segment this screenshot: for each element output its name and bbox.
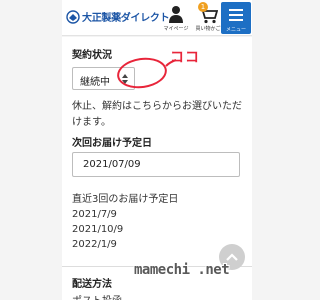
hamburger-icon — [229, 9, 243, 11]
watermark: mamechi .net — [134, 262, 230, 278]
next-delivery-date-field[interactable]: 2021/07/09 — [72, 152, 240, 177]
shipping-method-title: 配送方法 — [72, 279, 112, 290]
next-delivery-title: 次回お届け予定日 — [72, 138, 152, 149]
recent-delivery-date: 2021/7/9 — [72, 209, 117, 220]
mypage-label: マイページ — [163, 26, 189, 32]
recent-deliveries-title: 直近3回のお届け予定日 — [72, 194, 179, 205]
cart-button[interactable]: 1 買い物かご — [194, 2, 222, 33]
chevron-up-icon — [226, 253, 238, 261]
next-delivery-date-value: 2021/07/09 — [83, 159, 141, 170]
contract-note: 休止、解約はこちらからお選びいただけます。 — [72, 101, 242, 128]
recent-deliveries: 直近3回のお届け予定日 2021/7/9 2021/10/9 2022/1/9 — [72, 192, 178, 252]
recent-delivery-date: 2022/1/9 — [72, 239, 117, 250]
site-header: 大正製薬ダイレクト マイページ 1 買い物かご メニュー — [62, 0, 252, 36]
contract-status-title: 契約状況 — [72, 50, 112, 61]
page-frame: 大正製薬ダイレクト マイページ 1 買い物かご メニュー 契約状況 継続中 休止… — [0, 0, 300, 300]
brand-logo[interactable]: 大正製薬ダイレクト — [66, 9, 170, 24]
menu-button[interactable]: メニュー — [221, 2, 251, 34]
user-icon — [169, 6, 183, 23]
brand-logo-text: 大正製薬ダイレクト — [82, 13, 170, 24]
mypage-button[interactable]: マイページ — [162, 3, 190, 33]
shipping-method-value: ポスト投函 — [72, 292, 122, 300]
brand-logo-icon — [66, 9, 80, 24]
annotation-text: ココ — [170, 50, 200, 66]
contract-status-value: 継続中 — [80, 77, 110, 88]
cart-count-badge: 1 — [198, 2, 208, 12]
menu-label: メニュー — [225, 27, 246, 33]
recent-delivery-date: 2021/10/9 — [72, 224, 124, 235]
